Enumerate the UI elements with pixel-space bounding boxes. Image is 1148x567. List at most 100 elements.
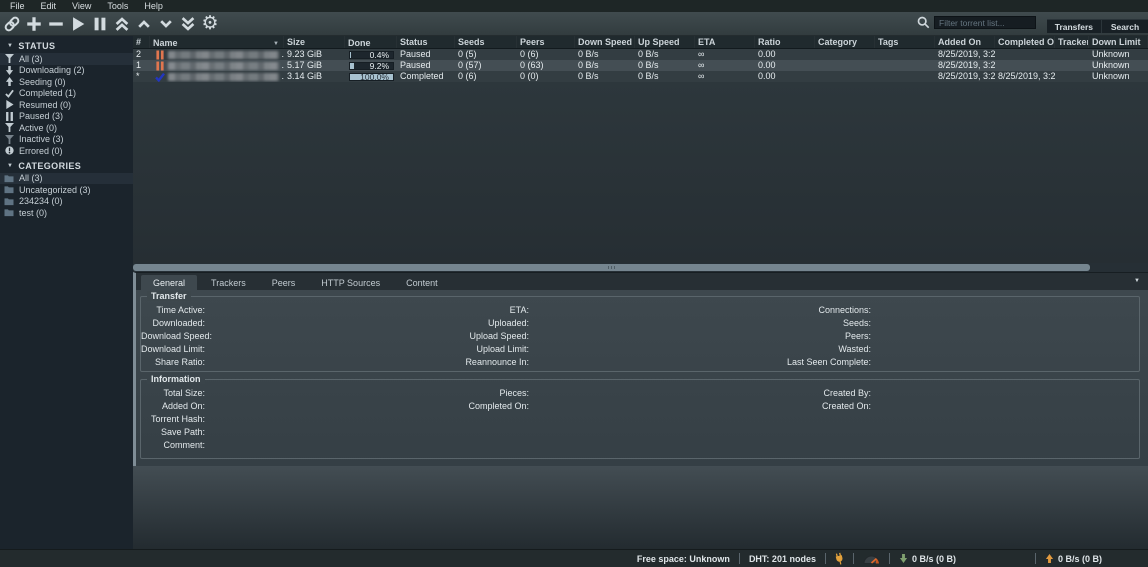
sidebar-item-inactive[interactable]: Inactive (3) <box>0 134 133 146</box>
transfer-group-title: Transfer <box>147 291 191 301</box>
scrollbar-thumb[interactable] <box>133 264 1090 271</box>
sidebar-item-paused[interactable]: Paused (3) <box>0 111 133 123</box>
torrent-row[interactable]: 1 . 5.17 GiB 9.2% Paused 0 (57) 0 (63) 0… <box>133 60 1148 71</box>
sidebar-item-downloading[interactable]: Downloading (2) <box>0 65 133 77</box>
queue-top-icon[interactable] <box>111 13 133 35</box>
panel-collapse-icon[interactable]: ▼ <box>1134 278 1140 284</box>
label-reannounce-in: Reannounce In: <box>205 356 529 369</box>
queue-up-icon[interactable] <box>133 13 155 35</box>
torrent-row[interactable]: 2 . 9.23 GiB 0.4% Paused 0 (5) 0 (6) 0 B… <box>133 49 1148 60</box>
sidebar-category-all[interactable]: All (3) <box>0 173 133 185</box>
queue-bottom-icon[interactable] <box>177 13 199 35</box>
tab-http-sources[interactable]: HTTP Sources <box>309 275 392 290</box>
column-header-down-speed[interactable]: Down Speed <box>575 36 635 48</box>
column-header-size[interactable]: Size <box>284 36 345 48</box>
status-section-header[interactable]: ▼ STATUS <box>0 39 133 53</box>
menu-help[interactable]: Help <box>136 0 171 12</box>
add-link-icon[interactable] <box>1 13 23 35</box>
sidebar-item-errored[interactable]: Errored (0) <box>0 145 133 157</box>
label-seeds: Seeds: <box>529 317 871 330</box>
delete-icon[interactable] <box>45 13 67 35</box>
label-share-ratio: Share Ratio: <box>141 356 205 369</box>
sidebar-item-completed[interactable]: Completed (1) <box>0 88 133 100</box>
status-bar: Free space: Unknown DHT: 201 nodes 0 B/s… <box>0 549 1148 567</box>
column-header-peers[interactable]: Peers <box>517 36 575 48</box>
scrollbar-grip <box>608 266 616 269</box>
label-eta: ETA: <box>205 304 529 317</box>
categories-section-header[interactable]: ▼ CATEGORIES <box>0 159 133 173</box>
folder-icon <box>4 208 14 218</box>
folder-icon <box>4 196 14 206</box>
torrent-row[interactable]: * . 3.14 GiB 100.0% Completed 0 (6) 0 (0… <box>133 71 1148 82</box>
transfer-groupbox: Transfer Time Active: Downloaded: Downlo… <box>140 296 1140 372</box>
tab-trackers[interactable]: Trackers <box>199 275 258 290</box>
label-completed-on: Completed On: <box>205 400 529 413</box>
torrent-list: # Name▼ Size Done Status Seeds Peers Dow… <box>133 36 1148 272</box>
information-group-title: Information <box>147 374 205 384</box>
funnel-dim-icon <box>4 134 14 144</box>
horizontal-scrollbar[interactable] <box>133 263 1148 272</box>
resume-icon[interactable] <box>67 13 89 35</box>
menu-tools[interactable]: Tools <box>99 0 136 12</box>
alt-speed-gauge-icon[interactable] <box>863 554 880 564</box>
options-gear-icon[interactable]: ⚙ <box>199 13 221 35</box>
column-header-name[interactable]: Name▼ <box>150 36 284 48</box>
column-header-down-limit[interactable]: Down Limit <box>1089 36 1148 48</box>
label-time-active: Time Active: <box>141 304 205 317</box>
column-header-up-speed[interactable]: Up Speed <box>635 36 695 48</box>
tab-search[interactable]: Search <box>1101 20 1148 33</box>
tab-content[interactable]: Content <box>394 275 450 290</box>
label-torrent-hash: Torrent Hash: <box>141 413 205 426</box>
completed-check-icon <box>155 72 165 82</box>
statusbar-divider <box>1035 553 1036 564</box>
sidebar-item-all-status[interactable]: All (3) <box>0 53 133 65</box>
column-header-seeds[interactable]: Seeds <box>455 36 517 48</box>
column-header-queue[interactable]: # <box>133 36 150 48</box>
detail-tab-bar: General Trackers Peers HTTP Sources Cont… <box>133 272 1148 290</box>
column-header-category[interactable]: Category <box>815 36 875 48</box>
column-header-done[interactable]: Done <box>345 36 397 48</box>
label-comment: Comment: <box>141 439 205 452</box>
label-created-on: Created On: <box>529 400 871 413</box>
sidebar-category-uncategorized[interactable]: Uncategorized (3) <box>0 184 133 196</box>
column-header-completed-on[interactable]: Completed On <box>995 36 1055 48</box>
menu-edit[interactable]: Edit <box>33 0 65 12</box>
sidebar-item-resumed[interactable]: Resumed (0) <box>0 99 133 111</box>
connection-status-plug-icon[interactable] <box>835 553 844 565</box>
column-header-ratio[interactable]: Ratio <box>755 36 815 48</box>
toolbar: ⚙ Transfers Search <box>0 12 1148 36</box>
column-header-status[interactable]: Status <box>397 36 455 48</box>
column-header-eta[interactable]: ETA <box>695 36 755 48</box>
sidebar-item-seeding[interactable]: Seeding (0) <box>0 76 133 88</box>
tab-general[interactable]: General <box>141 275 197 290</box>
pause-icon[interactable] <box>89 13 111 35</box>
tab-peers[interactable]: Peers <box>260 275 308 290</box>
upload-speed-status[interactable]: 0 B/s (0 B) <box>1045 554 1102 564</box>
label-upload-speed: Upload Speed: <box>205 330 529 343</box>
add-torrent-icon[interactable] <box>23 13 45 35</box>
sidebar-category-234234[interactable]: 234234 (0) <box>0 196 133 208</box>
free-space-status: Free space: Unknown <box>637 554 730 564</box>
download-speed-status[interactable]: 0 B/s (0 B) <box>899 554 956 564</box>
column-header-tracker[interactable]: Tracker <box>1055 36 1089 48</box>
download-arrow-icon <box>4 65 14 75</box>
panel-filler-area <box>133 466 1148 549</box>
torrent-filter <box>917 16 1036 29</box>
tab-transfers[interactable]: Transfers <box>1047 20 1101 33</box>
filter-torrent-input[interactable] <box>934 16 1036 29</box>
paused-state-icon <box>155 61 165 71</box>
label-downloaded: Downloaded: <box>141 317 205 330</box>
sidebar-category-test[interactable]: test (0) <box>0 207 133 219</box>
menu-file[interactable]: File <box>2 0 33 12</box>
statusbar-divider <box>739 553 740 564</box>
menu-view[interactable]: View <box>64 0 99 12</box>
sidebar-item-active[interactable]: Active (0) <box>0 122 133 134</box>
label-download-limit: Download Limit: <box>141 343 205 356</box>
column-header-added-on[interactable]: Added On <box>935 36 995 48</box>
funnel-icon <box>4 54 14 64</box>
label-download-speed: Download Speed: <box>141 330 205 343</box>
label-last-seen-complete: Last Seen Complete: <box>529 356 871 369</box>
label-wasted: Wasted: <box>529 343 871 356</box>
queue-down-icon[interactable] <box>155 13 177 35</box>
column-header-tags[interactable]: Tags <box>875 36 935 48</box>
